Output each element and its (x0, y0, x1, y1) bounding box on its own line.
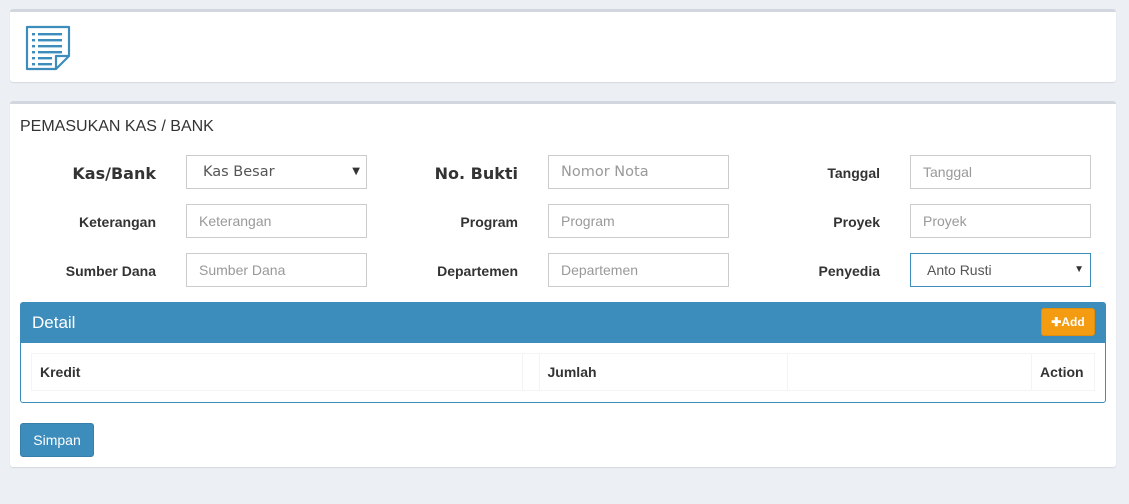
departemen-label: Departemen (437, 263, 518, 279)
plus-icon: ✚ (1051, 315, 1062, 329)
form-box: PEMASUKAN KAS / BANK Kas/Bank Kas Besar … (10, 101, 1116, 467)
detail-table: Kredit Jumlah Action (31, 353, 1095, 391)
column-header-action: Action (1040, 364, 1084, 380)
penyedia-select[interactable]: Anto Rusti ▼ (910, 253, 1091, 287)
program-label: Program (460, 214, 518, 230)
sumber-dana-input[interactable]: Sumber Dana (186, 253, 367, 287)
tanggal-label: Tanggal (827, 165, 880, 181)
penyedia-label: Penyedia (818, 263, 880, 279)
departemen-input[interactable]: Departemen (548, 253, 729, 287)
document-list-icon (25, 25, 71, 71)
detail-title: Detail (32, 313, 76, 332)
tanggal-input[interactable]: Tanggal (910, 155, 1091, 189)
proyek-input[interactable]: Proyek (910, 204, 1091, 238)
column-header-kredit: Kredit (32, 354, 523, 390)
detail-panel: Detail ✚Add Kredit Jumlah Action (20, 302, 1106, 403)
no-bukti-label: No. Bukti (434, 164, 518, 183)
sumber-dana-label: Sumber Dana (65, 263, 156, 279)
penyedia-value: Anto Rusti (927, 262, 992, 278)
column-header-jumlah: Jumlah (540, 354, 789, 390)
program-input[interactable]: Program (548, 204, 729, 238)
kas-bank-value: Kas Besar (203, 164, 275, 180)
form-title: PEMASUKAN KAS / BANK (20, 118, 214, 135)
keterangan-input[interactable]: Keterangan (186, 204, 367, 238)
column-header-blank (523, 354, 540, 390)
caret-down-icon: ▼ (1074, 264, 1084, 275)
kas-bank-label: Kas/Bank (72, 164, 156, 183)
add-button[interactable]: ✚Add (1041, 308, 1095, 336)
save-button[interactable]: Simpan (20, 423, 94, 457)
kas-bank-select[interactable]: Kas Besar ▼ (186, 155, 367, 189)
keterangan-label: Keterangan (78, 214, 156, 230)
caret-down-icon: ▼ (352, 166, 360, 177)
detail-panel-header: Detail ✚Add (21, 303, 1105, 343)
proyek-label: Proyek (833, 214, 880, 230)
header-box (10, 9, 1116, 82)
column-header-blank (788, 354, 1033, 390)
add-label: Add (1061, 315, 1085, 329)
no-bukti-input[interactable]: Nomor Nota (548, 155, 729, 189)
